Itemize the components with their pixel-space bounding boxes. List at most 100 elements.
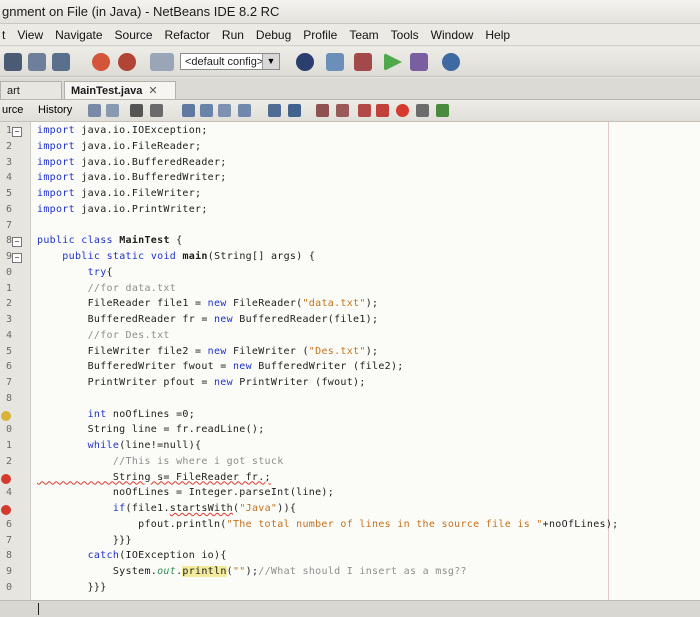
stop-macro-icon[interactable] xyxy=(416,104,429,117)
line-number: 8 xyxy=(5,235,12,247)
toggle-highlight-icon[interactable] xyxy=(218,104,231,117)
new-project-icon[interactable] xyxy=(4,53,22,71)
line-number: 1 xyxy=(5,282,12,294)
line-number: 6 xyxy=(5,518,12,530)
code-line[interactable]: FileReader file1 = new FileReader("data.… xyxy=(37,298,378,309)
menu-file[interactable]: t xyxy=(2,24,5,45)
line-number: 4 xyxy=(5,487,12,499)
close-icon[interactable]: ✕ xyxy=(148,85,157,97)
tab-start-page[interactable]: art Page✕ xyxy=(0,81,62,115)
source-tab[interactable]: urce xyxy=(2,104,23,116)
shift-right-icon[interactable] xyxy=(336,104,349,117)
save-all-icon[interactable] xyxy=(52,53,70,71)
find-next-icon[interactable] xyxy=(200,104,213,117)
code-line[interactable]: try{ xyxy=(37,267,113,278)
shift-left-icon[interactable] xyxy=(316,104,329,117)
editor-toolbar: urce History xyxy=(0,100,700,122)
code-line[interactable]: import java.io.IOException; xyxy=(37,125,208,136)
find-previous-icon[interactable] xyxy=(182,104,195,117)
fold-toggle-icon[interactable]: − xyxy=(12,253,22,263)
line-number: 0 xyxy=(5,424,12,436)
code-line[interactable]: if(file1.startsWith("Java")){ xyxy=(37,503,296,514)
code-line[interactable]: String line = fr.readLine(); xyxy=(37,424,265,435)
menu-refactor[interactable]: Refactor xyxy=(165,24,210,45)
menu-run[interactable]: Run xyxy=(222,24,244,45)
next-bookmark-icon[interactable] xyxy=(288,104,301,117)
line-number: 7 xyxy=(5,534,12,546)
code-line[interactable]: while(line!=null){ xyxy=(37,440,201,451)
line-number: 9 xyxy=(5,251,12,262)
debug-icon[interactable] xyxy=(410,53,428,71)
error-icon[interactable] xyxy=(1,473,11,484)
code-line[interactable]: //for data.txt xyxy=(37,283,176,294)
line-number: 6 xyxy=(5,203,12,215)
code-line[interactable]: public static void main(String[] args) { xyxy=(37,251,315,262)
code-line[interactable]: String s= FileReader fr.; xyxy=(37,472,271,483)
comment-icon[interactable] xyxy=(358,104,371,117)
chevron-down-icon[interactable]: ▼ xyxy=(262,54,279,69)
line-number: 2 xyxy=(5,140,12,152)
uncomment-icon[interactable] xyxy=(376,104,389,117)
menu-help[interactable]: Help xyxy=(485,24,510,45)
code-line[interactable]: catch(IOException io){ xyxy=(37,550,227,561)
menu-debug[interactable]: Debug xyxy=(256,24,291,45)
right-margin-line xyxy=(608,122,609,616)
code-line[interactable]: PrintWriter pfout = new PrintWriter (fwo… xyxy=(37,377,366,388)
menu-source[interactable]: Source xyxy=(115,24,153,45)
undo-icon[interactable] xyxy=(92,53,110,71)
prev-bookmark-icon[interactable] xyxy=(268,104,281,117)
line-number: 6 xyxy=(5,361,12,373)
code-line[interactable]: BufferedReader fr = new BufferedReader(f… xyxy=(37,314,378,325)
clean-build-icon[interactable] xyxy=(326,53,344,71)
line-number: 4 xyxy=(5,172,12,184)
profile-icon[interactable] xyxy=(442,53,460,71)
error-icon[interactable] xyxy=(1,505,11,515)
code-line[interactable]: int noOfLines =0; xyxy=(37,409,195,420)
open-project-icon[interactable] xyxy=(28,53,46,71)
record-macro-icon[interactable] xyxy=(396,104,409,117)
warning-icon[interactable] xyxy=(1,410,11,421)
window-title: gnment on File (in Java) - NetBeans IDE … xyxy=(0,0,700,24)
run-icon[interactable] xyxy=(384,53,402,71)
code-line[interactable]: import java.io.BufferedReader; xyxy=(37,157,227,168)
code-line[interactable]: }}} xyxy=(37,582,107,593)
fold-toggle-icon[interactable]: − xyxy=(12,237,22,248)
redo-icon[interactable] xyxy=(118,53,136,71)
line-number: 8 xyxy=(5,550,12,562)
main-toolbar: <default config> ▼ xyxy=(0,47,700,77)
text-cursor xyxy=(38,603,39,615)
code-line[interactable]: import java.io.PrintWriter; xyxy=(37,204,208,215)
build-icon[interactable] xyxy=(296,53,314,71)
config-icon xyxy=(150,53,174,71)
find-icon[interactable] xyxy=(150,104,163,117)
code-line[interactable]: //for Des.txt xyxy=(37,330,170,341)
tab-maintest[interactable]: MainTest.java ✕ xyxy=(64,81,176,99)
hammer-icon[interactable] xyxy=(354,53,372,71)
check-icon[interactable] xyxy=(436,104,449,117)
code-line[interactable]: }}} xyxy=(37,535,132,546)
menu-team[interactable]: Team xyxy=(349,24,378,45)
code-line[interactable]: pfout.println("The total number of lines… xyxy=(37,519,619,530)
last-edit-icon[interactable] xyxy=(130,104,143,117)
back-icon[interactable] xyxy=(88,104,101,117)
menu-profile[interactable]: Profile xyxy=(303,24,337,45)
code-line[interactable]: import java.io.BufferedWriter; xyxy=(37,172,227,183)
forward-icon[interactable] xyxy=(106,104,119,117)
code-line[interactable]: System.out.println("");//What should I i… xyxy=(37,566,467,577)
menu-window[interactable]: Window xyxy=(431,24,474,45)
code-line[interactable]: noOfLines = Integer.parseInt(line); xyxy=(37,487,334,498)
code-line[interactable]: import java.io.FileReader; xyxy=(37,141,201,152)
code-line[interactable]: //This is where i got stuck xyxy=(37,456,284,467)
toggle-bookmark-icon[interactable] xyxy=(238,104,251,117)
fold-toggle-icon[interactable]: − xyxy=(12,127,22,137)
code-editor[interactable]: 1 2 3 4 5 6 7 8 9 0 1 2 3 4 5 6 7 8 0 1 2 4 6 7 8 9 0− − − import ja… xyxy=(0,122,700,616)
menu-view[interactable]: View xyxy=(17,24,43,45)
code-line[interactable]: BufferedWriter fwout = new BufferedWrite… xyxy=(37,361,404,372)
code-line[interactable]: public class MainTest { xyxy=(37,235,182,246)
menu-tools[interactable]: Tools xyxy=(391,24,419,45)
line-number: 7 xyxy=(5,377,12,388)
menu-navigate[interactable]: Navigate xyxy=(55,24,102,45)
history-tab[interactable]: History xyxy=(38,104,72,116)
code-line[interactable]: FileWriter file2 = new FileWriter ("Des.… xyxy=(37,346,378,357)
code-line[interactable]: import java.io.FileWriter; xyxy=(37,188,201,199)
